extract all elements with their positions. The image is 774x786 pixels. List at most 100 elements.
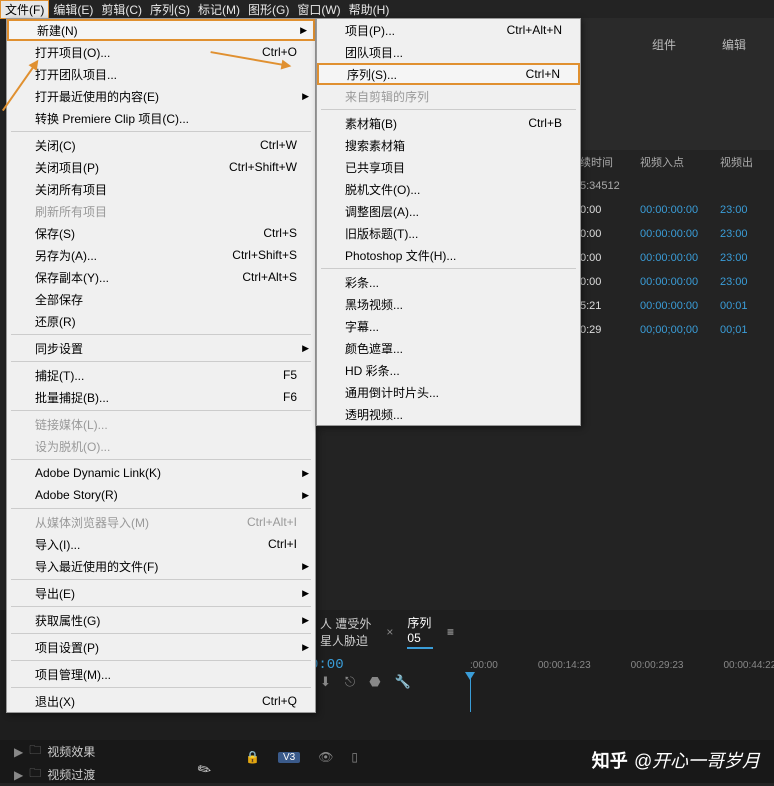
menubar-剪辑[interactable]: 剪辑(C) (97, 1, 146, 18)
file-menu-item-25[interactable]: Adobe Story(R) ▶ (7, 484, 315, 506)
table-row[interactable]: 0:0000:00:00:0023:00 (580, 198, 774, 222)
menubar-帮助[interactable]: 帮助(H) (345, 1, 394, 18)
table-row[interactable]: 0:0000:00:00:0023:00 (580, 222, 774, 246)
file-menu-item-2[interactable]: 打开团队项目... (7, 63, 315, 85)
table-row[interactable]: 0:0000:00:00:0023:00 (580, 246, 774, 270)
lock-icon[interactable]: 🔒 (245, 750, 260, 764)
file-menu-item-37[interactable]: 项目管理(M)... (7, 663, 315, 685)
file-menu-item-4[interactable]: 转换 Premiere Clip 项目(C)... (7, 107, 315, 129)
file-menu-item-24[interactable]: Adobe Dynamic Link(K)▶ (7, 462, 315, 484)
marker-icon[interactable]: ⬣ (369, 674, 380, 690)
new-submenu-item-0[interactable]: 项目(P)...Ctrl+Alt+N (317, 19, 580, 41)
timeline-tab-inactive[interactable]: 人 遭受外星人胁迫 (320, 615, 382, 649)
file-menu-item-29[interactable]: 导入最近使用的文件(F)▶ (7, 555, 315, 577)
timeline-hamburger-icon[interactable]: ≡ (447, 625, 454, 639)
menu-item-label: 从媒体浏览器导入(M) (35, 514, 149, 531)
link-icon[interactable]: ⎋ (345, 674, 355, 690)
menu-item-shortcut: Ctrl+Alt+N (507, 23, 562, 37)
new-submenu-item-19[interactable]: 透明视频... (317, 403, 580, 425)
menu-item-shortcut: Ctrl+I (268, 537, 297, 551)
file-menu-item-13[interactable]: 全部保存 (7, 288, 315, 310)
menubar-序列[interactable]: 序列(S) (146, 1, 194, 18)
timeline-tool-icons: ⬇ ⎋ ⬣ 🔧 (320, 674, 411, 690)
file-menu-item-3[interactable]: 打开最近使用的内容(E)▶ (7, 85, 315, 107)
new-submenu-item-14[interactable]: 黑场视频... (317, 293, 580, 315)
menu-item-label: 关闭(C) (35, 137, 76, 154)
new-submenu-item-18[interactable]: 通用倒计时片头... (317, 381, 580, 403)
eye-icon[interactable]: 👁 (318, 750, 333, 764)
menubar-标记[interactable]: 标记(M) (194, 1, 244, 18)
file-menu-item-19[interactable]: 批量捕捉(B)...F6 (7, 386, 315, 408)
menu-item-label: 已共享项目 (345, 159, 405, 176)
new-submenu-item-15[interactable]: 字幕... (317, 315, 580, 337)
v3-track-badge[interactable]: V3 (278, 752, 300, 763)
new-submenu-item-3: 来自剪辑的序列 (317, 85, 580, 107)
menu-item-label: 捕捉(T)... (35, 367, 84, 384)
table-row[interactable]: 5:2100:00:00:0000:01 (580, 294, 774, 318)
workspace-tab[interactable]: 编辑 (714, 32, 754, 57)
timeline-tab-close[interactable]: × (386, 625, 393, 639)
new-submenu-item-17[interactable]: HD 彩条... (317, 359, 580, 381)
file-menu-item-31[interactable]: 导出(E)▶ (7, 582, 315, 604)
file-menu-item-1[interactable]: 打开项目(O)...Ctrl+O (7, 41, 315, 63)
new-submenu-item-1[interactable]: 团队项目... (317, 41, 580, 63)
table-header: 续时间视频入点视频出 (580, 150, 774, 174)
new-submenu-item-5[interactable]: 素材箱(B)Ctrl+B (317, 112, 580, 134)
wrench-icon[interactable]: 🔧 (395, 674, 411, 690)
menubar-图形[interactable]: 图形(G) (244, 1, 293, 18)
menubar-编辑[interactable]: 编辑(E) (49, 1, 97, 18)
file-menu-item-12[interactable]: 保存副本(Y)...Ctrl+Alt+S (7, 266, 315, 288)
table-cell: 23:00 (720, 204, 770, 216)
table-column-header[interactable]: 视频入点 (640, 154, 720, 170)
file-menu-item-11[interactable]: 另存为(A)...Ctrl+Shift+S (7, 244, 315, 266)
file-menu-separator (11, 410, 311, 411)
ruler-tick: 00:00:14:23 (538, 660, 591, 671)
file-menu-item-7[interactable]: 关闭项目(P)Ctrl+Shift+W (7, 156, 315, 178)
menu-item-label: 全部保存 (35, 291, 83, 308)
submenu-arrow-icon: ▶ (302, 615, 309, 626)
menubar-文件[interactable]: 文件(F) (0, 0, 49, 19)
table-row[interactable]: 0:0000:00:00:0023:00 (580, 270, 774, 294)
file-menu-separator (11, 459, 311, 460)
table-row[interactable]: 5:34512 (580, 174, 774, 198)
file-menu-item-16[interactable]: 同步设置▶ (7, 337, 315, 359)
zhihu-logo: 知乎 (592, 747, 628, 773)
file-menu-item-33[interactable]: 获取属性(G) ▶ (7, 609, 315, 631)
new-submenu-item-2[interactable]: 序列(S)...Ctrl+N (317, 63, 580, 85)
file-menu-item-39[interactable]: 退出(X)Ctrl+Q (7, 690, 315, 712)
file-menu-item-28[interactable]: 导入(I)... Ctrl+I (7, 533, 315, 555)
submenu-arrow-icon: ▶ (302, 588, 309, 599)
new-submenu-item-9[interactable]: 调整图层(A)... (317, 200, 580, 222)
file-menu-item-18[interactable]: 捕捉(T)...F5 (7, 364, 315, 386)
new-submenu-item-8[interactable]: 脱机文件(O)... (317, 178, 580, 200)
file-menu-item-0[interactable]: 新建(N)▶ (7, 19, 315, 41)
menu-item-label: 获取属性(G) (35, 612, 100, 629)
new-submenu-item-7[interactable]: 已共享项目 (317, 156, 580, 178)
file-menu-item-35[interactable]: 项目设置(P)▶ (7, 636, 315, 658)
timeline-tab-active[interactable]: 序列 05 (407, 614, 433, 649)
submenu-arrow-icon: ▶ (302, 490, 309, 501)
file-menu-item-10[interactable]: 保存(S)Ctrl+S (7, 222, 315, 244)
snap-icon[interactable]: ⬇ (320, 674, 331, 690)
table-column-header[interactable]: 视频出 (720, 154, 770, 170)
new-submenu-item-11[interactable]: Photoshop 文件(H)... (317, 244, 580, 266)
new-submenu-item-10[interactable]: 旧版标题(T)... (317, 222, 580, 244)
new-submenu-item-16[interactable]: 颜色遮罩... (317, 337, 580, 359)
menu-item-label: 导入(I)... (35, 536, 80, 553)
table-column-header[interactable]: 续时间 (580, 154, 640, 170)
ruler-tick: 00:00:44:22 (723, 660, 774, 671)
table-row[interactable]: 0:2900;00;00;0000;01 (580, 318, 774, 342)
menubar-窗口[interactable]: 窗口(W) (293, 1, 344, 18)
new-submenu-item-6[interactable]: 搜索素材箱 (317, 134, 580, 156)
table-cell: 00;00;00;00 (640, 324, 720, 336)
file-menu-dropdown: 新建(N)▶打开项目(O)...Ctrl+O打开团队项目...打开最近使用的内容… (6, 18, 316, 713)
film-icon[interactable]: ▯ (351, 750, 358, 764)
file-menu-item-14[interactable]: 还原(R) (7, 310, 315, 332)
timeline-playhead[interactable] (470, 672, 471, 712)
file-menu-item-6[interactable]: 关闭(C)Ctrl+W (7, 134, 315, 156)
workspace-tab[interactable]: 组件 (644, 32, 684, 57)
timeline-ruler[interactable]: :00:0000:00:14:2300:00:29:2300:00:44:22 (470, 660, 774, 671)
file-menu-item-8[interactable]: 关闭所有项目 (7, 178, 315, 200)
new-submenu-item-13[interactable]: 彩条... (317, 271, 580, 293)
menu-item-label: Adobe Story(R) (35, 488, 118, 502)
